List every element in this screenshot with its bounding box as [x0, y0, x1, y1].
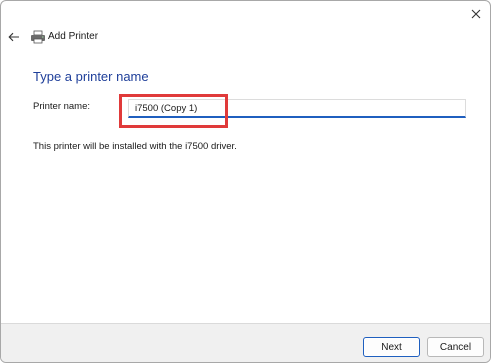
- next-button[interactable]: Next: [363, 337, 420, 357]
- close-button[interactable]: [462, 1, 490, 27]
- driver-note: This printer will be installed with the …: [33, 141, 237, 152]
- close-icon: [471, 9, 481, 19]
- printer-name-input[interactable]: [128, 99, 466, 118]
- window-title: Add Printer: [48, 31, 99, 42]
- back-button[interactable]: [5, 29, 23, 45]
- printer-icon: [31, 30, 45, 44]
- page-heading: Type a printer name: [33, 69, 149, 84]
- back-arrow-icon: [8, 32, 19, 42]
- add-printer-window: Add Printer Type a printer name Printer …: [0, 0, 491, 363]
- printer-name-label: Printer name:: [33, 101, 91, 112]
- cancel-button[interactable]: Cancel: [427, 337, 484, 357]
